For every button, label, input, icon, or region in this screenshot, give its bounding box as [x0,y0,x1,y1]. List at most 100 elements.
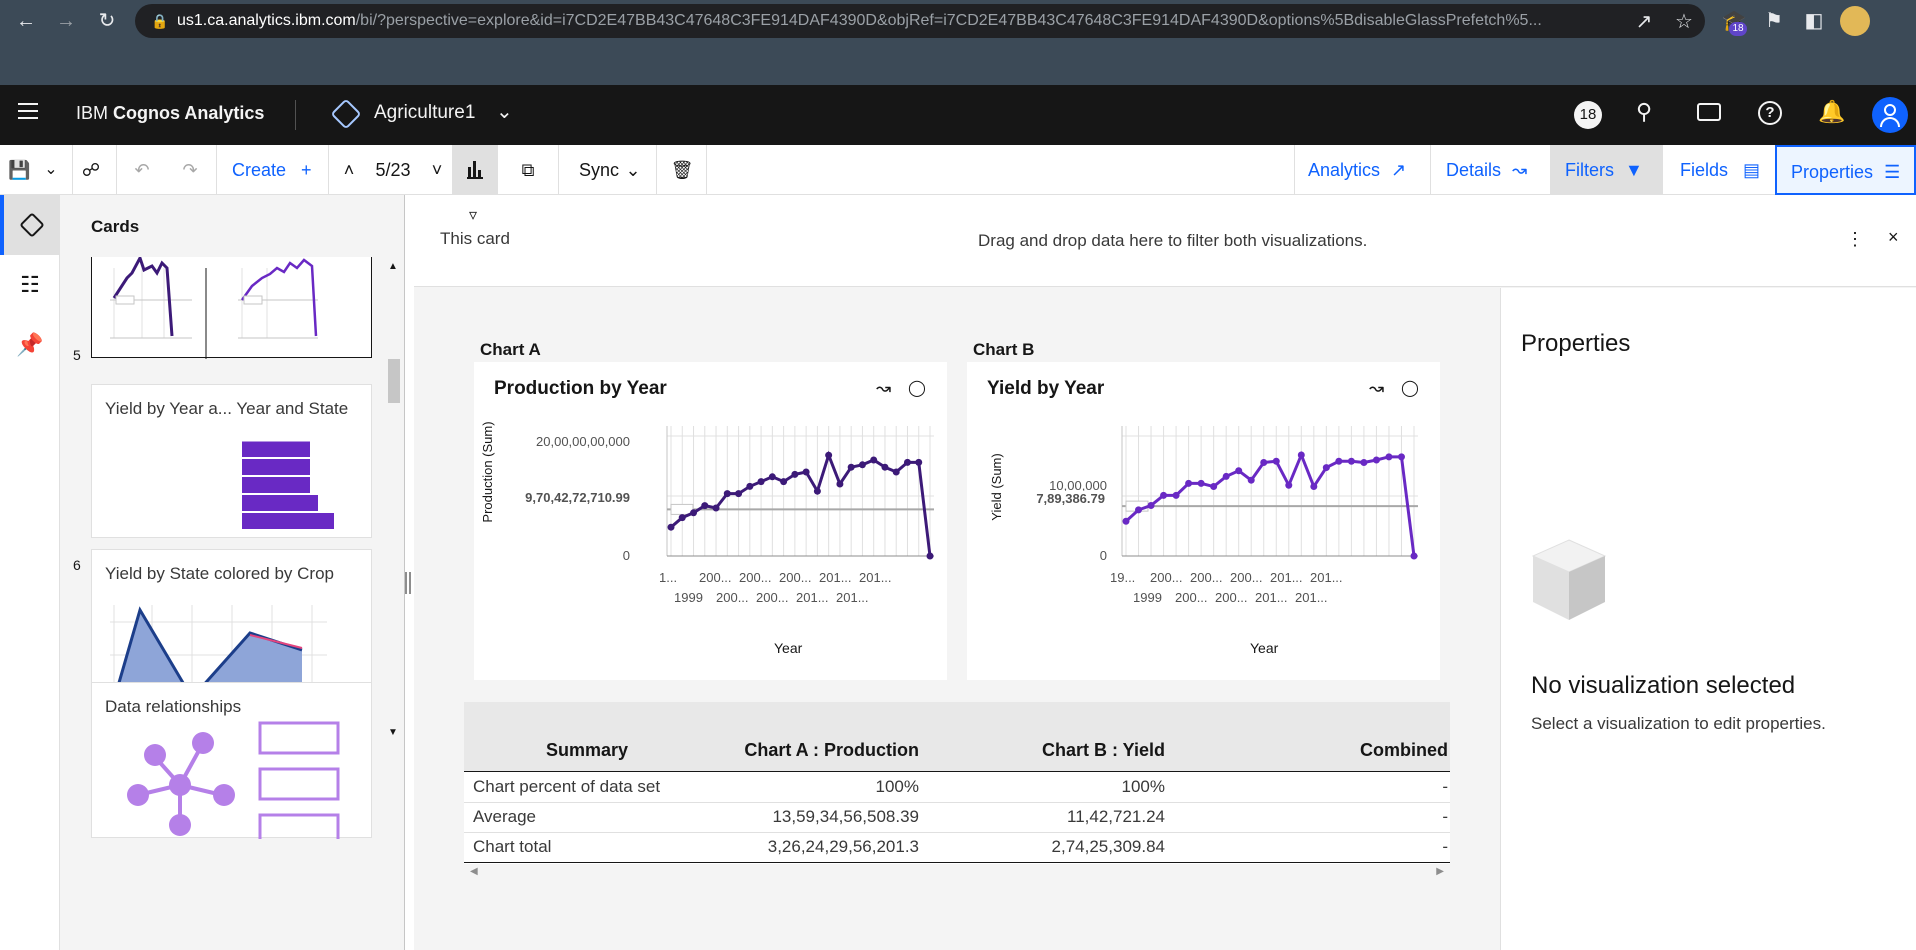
data-point [915,458,923,466]
forward-icon[interactable]: → [52,7,80,35]
data-point [1372,456,1380,464]
help-icon[interactable]: ? [1758,101,1782,125]
data-point [892,468,900,476]
rail-pin-button[interactable]: 📌 [0,315,60,375]
compare-view-icon[interactable]: ⧉ [508,145,548,195]
data-point [903,458,911,466]
page-indicator: 5/23 [375,160,411,180]
chart-view-button[interactable] [452,145,498,195]
card-data-relationships[interactable]: Data relationships [91,682,372,839]
cards-scrollbar[interactable]: ▲ ▼ [386,261,402,941]
data-point [690,509,698,517]
rail-cards-button[interactable] [0,195,60,255]
chart-a-panel[interactable]: Production by Year ↝ ◯ Production (Sum) … [474,362,947,680]
chart-b-xtick: 200... [1190,570,1223,585]
chart-b-xtick: 19... [1110,570,1136,585]
undo-icon[interactable]: ↶ [128,145,156,195]
save-icon[interactable]: 💾 [8,145,30,195]
chart-a-xtick: 200... [756,590,789,605]
data-point [1297,451,1305,459]
empty-box-illustration-icon [1531,539,1607,620]
row-chart-a-value: 100% [875,777,919,796]
chevron-down-icon[interactable]: ⌄ [496,99,513,124]
scroll-right-icon[interactable]: ▶ [1436,866,1444,877]
card-5[interactable] [91,257,372,359]
overflow-menu-icon[interactable]: ⋮ [1846,229,1864,250]
sync-label[interactable]: Sync [574,145,624,195]
tab-fields[interactable]: Fields ▤ [1680,145,1780,195]
share-icon[interactable]: ↗ [1630,8,1658,36]
card-6[interactable]: Yield by Year a... Year and State [91,384,372,538]
share-network-icon[interactable]: ☍ [78,145,104,195]
fields-database-icon: ▤ [1743,160,1761,180]
chart-b-xtick: 200... [1175,590,1208,605]
bookmark-star-icon[interactable]: ☆ [1670,8,1698,36]
previous-card-icon[interactable]: ˄ [338,145,360,195]
chat-icon[interactable] [1697,103,1721,121]
chart-a-xticks-row1: 1... 200... 200... 200... 201... 201... [659,570,899,590]
next-card-icon[interactable]: ˅ [426,145,448,195]
summary-header-combined: Combined [1360,740,1448,760]
rail-hierarchy-button[interactable]: ☷ [0,255,60,315]
browser-profile-avatar[interactable] [1840,6,1870,36]
data-point [791,470,799,478]
chart-b-xtick: 201... [1270,570,1303,585]
close-icon[interactable]: × [1888,227,1899,248]
chart-a-xtick: 1999 [674,590,703,605]
tab-details-label: Details [1446,160,1502,180]
filter-scope-label[interactable]: This card [440,229,510,249]
row-label: Average [473,807,537,826]
tab-details[interactable]: Details ↝ [1446,145,1541,195]
create-button[interactable]: Create + [232,145,322,195]
scroll-down-icon[interactable]: ▼ [388,727,398,738]
series-line [670,450,932,557]
scroll-left-icon[interactable]: ◀ [470,866,478,877]
tab-analytics[interactable]: Analytics ↗ [1308,145,1418,195]
sliders-icon: ☰ [1884,162,1901,182]
workspace-name[interactable]: Agriculture1 [374,102,475,124]
tab-properties[interactable]: Properties ☰ [1775,145,1916,195]
reload-icon[interactable]: ↻ [93,7,121,35]
table-row: Chart total 3,26,24,29,56,201.3 2,74,25,… [464,833,1450,863]
row-chart-b-value: 2,74,25,309.84 [1051,837,1165,856]
chart-a-xlabel: Year [774,640,803,656]
table-horizontal-scrollbar[interactable]: ◀ ▶ [464,864,1450,882]
user-avatar[interactable] [1872,97,1908,133]
panel-resize-handle[interactable] [405,572,411,594]
summary-header-row: Summary Chart A : Production Chart B : Y… [464,702,1450,772]
chart-a-xtick: 200... [739,570,772,585]
search-icon[interactable]: ⚲ [1636,99,1652,125]
back-icon[interactable]: ← [12,7,40,35]
filter-drop-zone[interactable]: ▿ This card Drag and drop data here to f… [414,195,1916,287]
chart-a-xtick: 201... [819,570,852,585]
data-point [881,463,889,471]
sync-chevron-icon[interactable]: ⌄ [622,145,644,195]
brand-logo[interactable]: IBM Cognos Analytics [76,103,264,124]
chart-b-xticks-row2: 1999 200... 200... 201... 201... [1133,590,1393,610]
data-point [757,478,765,486]
chart-b-panel[interactable]: Yield by Year ↝ ◯ Yield (Sum) 10,00,000 … [967,362,1440,680]
tab-filters[interactable]: Filters ▼ [1550,145,1662,195]
cards-panel-title: Cards [91,217,140,236]
data-point [768,473,776,481]
sidepanel-icon[interactable]: ◧ [1800,7,1828,35]
browser-chrome: ← → ↻ 🔒 us1.ca.analytics.ibm.com/bi/?per… [0,0,1916,85]
save-menu-chevron-icon[interactable]: ⌄ [40,145,62,195]
extensions-puzzle-icon[interactable]: ⚑ [1760,7,1788,35]
address-bar[interactable]: 🔒 us1.ca.analytics.ibm.com/bi/?perspecti… [135,4,1705,38]
notification-count-badge[interactable]: 18 [1574,101,1602,129]
left-rail: ☷ 📌 [0,195,60,950]
data-point [746,482,754,490]
bell-icon[interactable]: 🔔 [1818,99,1845,125]
scroll-thumb[interactable] [388,359,400,403]
chart-b-xtick: 200... [1215,590,1248,605]
chart-b-label: Chart B [973,340,1035,359]
redo-icon[interactable]: ↷ [176,145,204,195]
delete-trash-icon[interactable]: 🗑 [668,145,696,195]
extension-badge: 18 [1729,22,1747,36]
hamburger-menu-icon[interactable] [18,103,38,119]
chart-a-label: Chart A [480,340,541,359]
scroll-up-icon[interactable]: ▲ [388,261,398,272]
pin-icon: 📌 [16,332,44,357]
card-6-number: 6 [73,557,81,573]
